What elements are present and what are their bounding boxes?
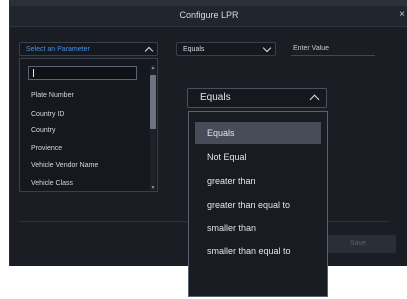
- chevron-up-icon: [309, 94, 320, 105]
- parameter-select-label: Select an Parameter: [26, 46, 90, 53]
- scroll-up-icon[interactable]: ▲: [150, 65, 156, 71]
- parameter-list-scrollbar[interactable]: ▲ ▼: [150, 65, 156, 191]
- parameter-search-input[interactable]: [28, 66, 137, 80]
- parameter-option[interactable]: Provience: [31, 145, 62, 152]
- dialog-title: Configure LPR: [179, 10, 239, 20]
- scroll-down-icon[interactable]: ▼: [150, 185, 156, 191]
- parameter-option[interactable]: Vehicle Class: [31, 180, 73, 187]
- operator-option-greater-than[interactable]: greater than: [195, 170, 321, 192]
- operator-option-smaller-than[interactable]: smaller than: [195, 217, 321, 239]
- text-caret: [33, 69, 34, 77]
- title-bar: Configure LPR ×: [10, 6, 407, 27]
- operator-option-not-equal[interactable]: Not Equal: [195, 146, 321, 168]
- operator-option-smaller-than-equal-to[interactable]: smaller than equal to: [195, 240, 321, 262]
- parameter-list: Plate Number Country ID Country Provienc…: [19, 58, 158, 192]
- operator-dropdown-value: Equals: [200, 92, 231, 103]
- parameter-option[interactable]: Country: [31, 127, 56, 134]
- parameter-option[interactable]: Vehicle Vendor Name: [31, 162, 98, 169]
- parameter-option[interactable]: Plate Number: [31, 92, 74, 99]
- chevron-up-icon: [144, 46, 154, 56]
- close-icon[interactable]: ×: [399, 9, 405, 20]
- chevron-down-icon: [262, 43, 272, 53]
- operator-dropdown[interactable]: Equals: [187, 88, 327, 108]
- operator-select-label: Equals: [183, 46, 205, 53]
- value-input[interactable]: [291, 42, 375, 56]
- operator-options-list: Equals Not Equal greater than greater th…: [188, 111, 328, 297]
- operator-option-greater-than-equal-to[interactable]: greater than equal to: [195, 194, 321, 216]
- parameter-select[interactable]: Select an Parameter: [19, 42, 158, 56]
- operator-option-equals[interactable]: Equals: [195, 122, 321, 144]
- save-button[interactable]: Save: [320, 235, 396, 253]
- scroll-thumb[interactable]: [150, 75, 156, 129]
- operator-select[interactable]: Equals: [176, 42, 276, 56]
- parameter-option[interactable]: Country ID: [31, 111, 64, 118]
